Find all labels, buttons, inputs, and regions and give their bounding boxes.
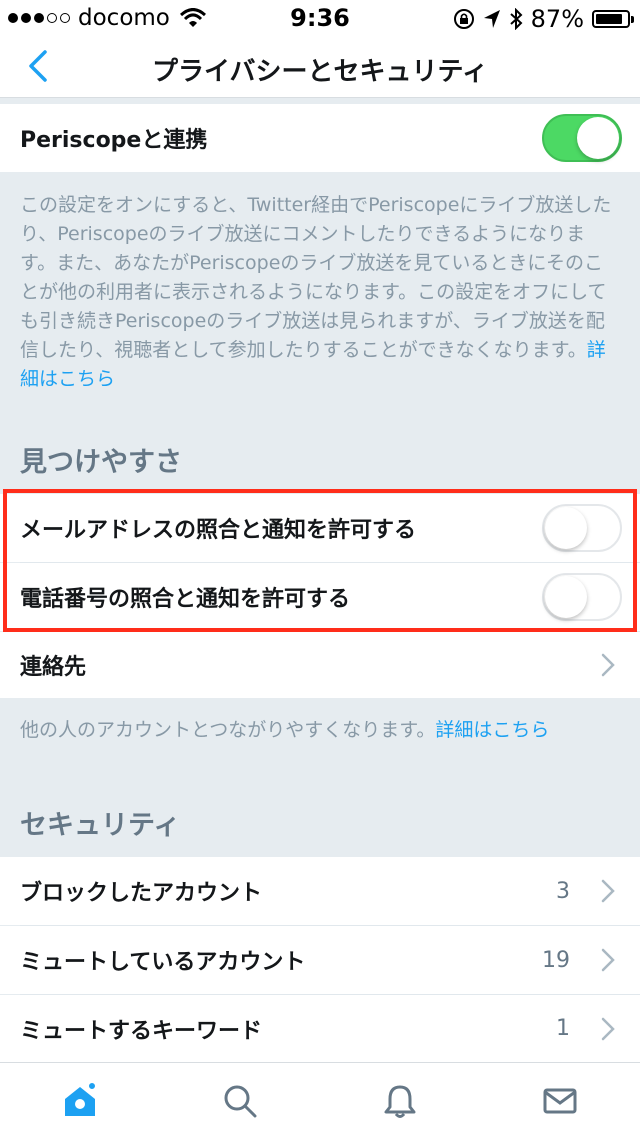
discoverability-header: 見つけやすさ [20,447,182,478]
battery-icon [592,10,634,28]
phone-match-toggle[interactable] [542,573,622,621]
email-match-toggle[interactable] [542,504,622,552]
battery-percent: 87% [530,5,584,33]
mail-icon [543,1088,577,1113]
muted-accounts-count: 19 [542,947,570,973]
blocked-accounts-label: ブロックしたアカウント [20,881,263,906]
chevron-right-icon [601,879,615,903]
tab-messages[interactable] [520,1071,600,1131]
periscope-description: この設定をオンにすると、Twitter経由でPeriscopeにライブ放送したり… [20,191,620,394]
contacts-label: 連絡先 [20,655,87,680]
phone-match-label: 電話番号の照合と通知を許可する [20,587,351,612]
search-icon [224,1085,257,1117]
discoverability-description-text: 他の人のアカウントとつながりやすくなります。 [20,719,436,741]
muted-accounts-label: ミュートしているアカウント [20,950,306,975]
periscope-label: Periscopeと連携 [20,128,208,153]
periscope-toggle[interactable] [542,114,622,162]
muted-keywords-row[interactable]: ミュートするキーワード 1 [0,995,640,1062]
phone-match-row: 電話番号の照合と通知を許可する [0,563,640,631]
email-match-row: メールアドレスの照合と通知を許可する [0,494,640,562]
muted-keywords-label: ミュートするキーワード [20,1018,263,1044]
periscope-description-text: この設定をオンにすると、Twitter経由でPeriscopeにライブ放送したり… [20,194,612,361]
muted-accounts-row[interactable]: ミュートしているアカウント 19 [0,926,640,994]
orientation-lock-icon [453,9,474,29]
chevron-right-icon [601,653,615,677]
security-header: セキュリティ [20,810,181,841]
tab-notifications[interactable] [360,1071,440,1131]
page-title: プライバシーとセキュリティ [152,57,488,87]
bluetooth-icon [509,8,523,30]
blocked-accounts-row[interactable]: ブロックしたアカウント 3 [0,857,640,925]
location-icon [483,10,500,28]
email-match-label: メールアドレスの照合と通知を許可する [20,518,417,543]
tab-home[interactable] [40,1071,120,1131]
status-right: 87% [453,5,634,33]
blocked-accounts-count: 3 [556,878,570,904]
status-bar: docomo 9:36 87% [0,0,640,36]
chevron-right-icon [601,948,615,972]
tab-search[interactable] [200,1071,280,1131]
periscope-row: Periscopeと連携 [0,104,640,172]
discoverability-learn-more-link[interactable]: 詳細はこちら [435,719,549,741]
muted-keywords-count: 1 [556,1016,570,1041]
tab-bar [0,1062,640,1138]
notification-dot [87,1080,97,1091]
battery-fill [596,14,623,24]
discoverability-description: 他の人のアカウントとつながりやすくなります。詳細はこちら [20,716,620,745]
contacts-row[interactable]: 連絡先 [0,632,640,698]
nav-bar: プライバシーとセキュリティ [0,36,640,98]
chevron-right-icon [601,1017,615,1040]
bell-icon [384,1085,416,1118]
